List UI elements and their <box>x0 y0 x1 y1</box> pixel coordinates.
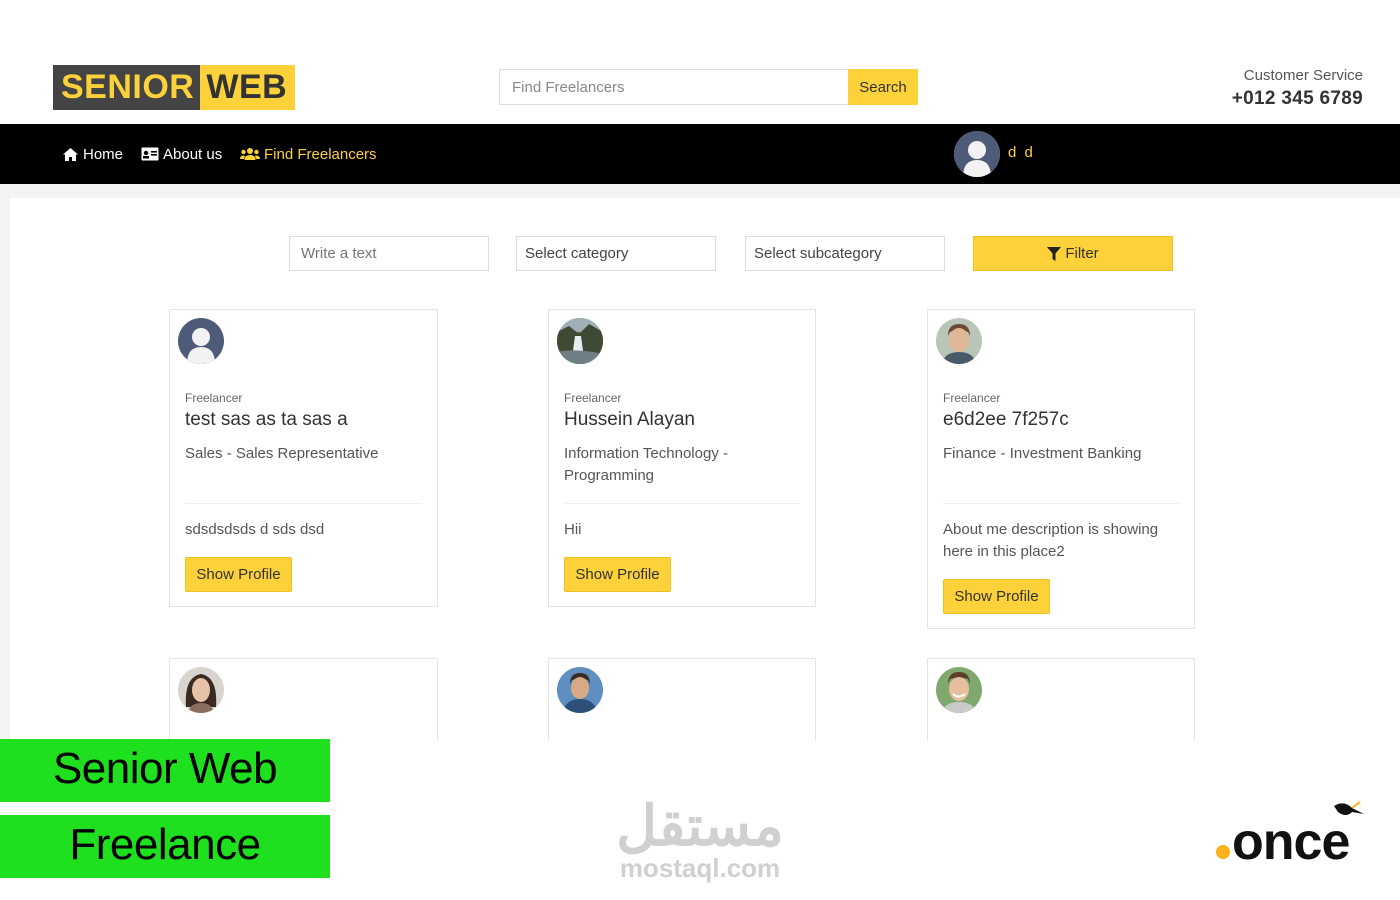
freelancer-role: Freelancer <box>564 391 622 405</box>
freelancer-description: About me description is showing here in … <box>943 521 1159 560</box>
freelancer-avatar[interactable] <box>936 667 982 713</box>
mostaql-arabic-text: مستقل <box>616 794 784 857</box>
freelancer-name: e6d2ee 7f257c <box>943 409 1069 430</box>
filter-icon <box>1047 246 1062 261</box>
freelancer-name: Hussein Alayan <box>564 409 695 430</box>
freelancer-card <box>927 658 1195 740</box>
card-divider <box>564 503 800 504</box>
freelancer-card <box>548 658 816 740</box>
once-logo: once <box>1214 801 1384 874</box>
card-divider <box>185 503 422 504</box>
subcategory-select[interactable]: Select subcategory <box>745 236 945 271</box>
customer-service-phone[interactable]: +012 345 6789 <box>1232 88 1363 110</box>
freelancer-role: Freelancer <box>943 391 1001 405</box>
customer-service-label: Customer Service <box>1243 67 1363 84</box>
show-profile-button[interactable]: Show Profile <box>564 557 671 592</box>
freelancer-card <box>169 658 438 740</box>
users-icon <box>240 148 260 160</box>
mostaql-watermark: مستقل mostaql.com <box>600 794 800 883</box>
bird-icon <box>1334 801 1364 815</box>
once-logo-dot <box>1216 845 1230 859</box>
freelancer-avatar[interactable] <box>178 318 224 364</box>
search-button[interactable]: Search <box>848 69 918 105</box>
show-profile-button[interactable]: Show Profile <box>943 579 1050 614</box>
freelancer-description: Hii <box>564 521 582 538</box>
nav-item-label: Find Freelancers <box>264 145 377 163</box>
content-left-border <box>0 198 10 740</box>
freelancer-name: test sas as ta sas a <box>185 409 348 430</box>
id-card-icon <box>141 147 159 161</box>
freelancer-card: Freelancer test sas as ta sas a Sales - … <box>169 309 438 607</box>
nav-item-label: Home <box>83 145 124 163</box>
freelancer-description: sdsdsdsds d sds dsd <box>185 521 325 538</box>
freelancer-category: Finance - Investment Banking <box>943 445 1142 462</box>
filter-button-label: Filter <box>1065 245 1099 262</box>
freelancer-role: Freelancer <box>185 391 243 405</box>
user-name[interactable]: d d <box>1008 124 1035 184</box>
search-input[interactable] <box>499 69 848 105</box>
freelancer-avatar[interactable] <box>178 667 224 713</box>
filter-text-input[interactable] <box>289 236 489 271</box>
freelancer-avatar[interactable] <box>557 667 603 713</box>
user-avatar[interactable] <box>954 131 1000 177</box>
nav-item-home[interactable]: Home <box>62 124 123 184</box>
site-logo[interactable]: SENIOR WEB <box>53 65 296 110</box>
card-divider <box>943 503 1179 504</box>
freelancer-category: Information Technology - Programming <box>564 445 728 484</box>
filter-button[interactable]: Filter <box>973 236 1173 271</box>
category-select[interactable]: Select category <box>516 236 716 271</box>
nav-item-about[interactable]: About us <box>141 124 222 184</box>
show-profile-button[interactable]: Show Profile <box>185 557 292 592</box>
home-icon <box>63 147 78 161</box>
content-top-border <box>0 184 1400 198</box>
logo-part-senior: SENIOR <box>53 65 201 110</box>
nav-item-find-freelancers[interactable]: Find Freelancers <box>240 124 377 184</box>
mostaql-domain-text: mostaql.com <box>619 853 781 883</box>
page: SENIOR WEB Search Customer Service +012 … <box>0 0 1400 900</box>
promo-banner-title: Senior Web <box>0 739 330 802</box>
main-nav: Home About us Find Freelancers d d <box>0 124 1400 184</box>
nav-item-label: About us <box>163 145 223 163</box>
freelancer-card: Freelancer e6d2ee 7f257c Finance - Inves… <box>927 309 1195 629</box>
header-search: Search <box>499 69 918 105</box>
freelancer-avatar[interactable] <box>936 318 982 364</box>
customer-service: Customer Service +012 345 6789 <box>1232 67 1363 110</box>
freelancer-avatar[interactable] <box>557 318 603 364</box>
promo-banner-subtitle: Freelance <box>0 815 330 878</box>
freelancer-card: Freelancer Hussein Alayan Information Te… <box>548 309 816 607</box>
logo-part-web: WEB <box>200 65 296 110</box>
freelancer-category: Sales - Sales Representative <box>185 445 379 462</box>
